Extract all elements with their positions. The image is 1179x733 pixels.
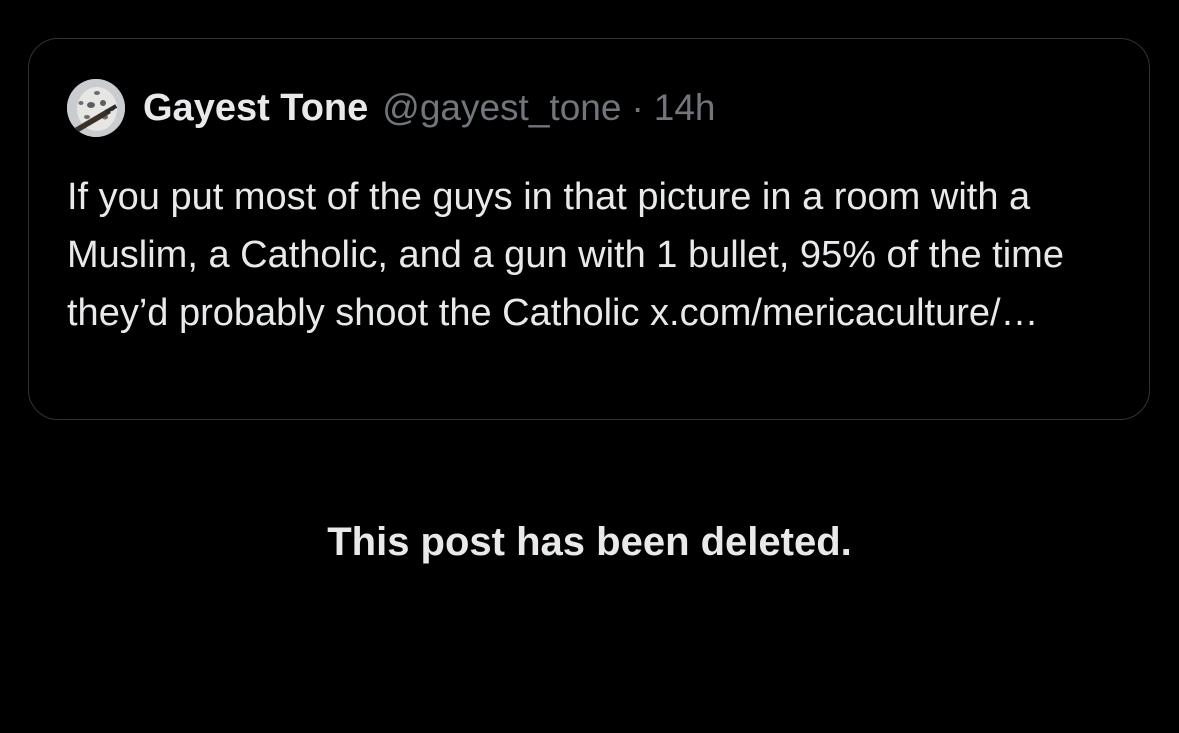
snow-leopard-avatar-icon [67, 79, 125, 137]
avatar[interactable] [67, 79, 125, 137]
author-handle[interactable]: @gayest_tone [382, 87, 621, 129]
quoted-post-card[interactable]: Gayest Tone @gayest_tone · 14h If you pu… [28, 38, 1150, 420]
quoted-post-header: Gayest Tone @gayest_tone · 14h [67, 79, 716, 137]
separator-dot: · [631, 87, 644, 128]
author-name[interactable]: Gayest Tone [143, 87, 368, 130]
deleted-post-notice: This post has been deleted. [327, 520, 852, 564]
post-timestamp[interactable]: 14h [654, 87, 716, 129]
quoted-post-text: If you put most of the guys in that pict… [67, 176, 1064, 334]
